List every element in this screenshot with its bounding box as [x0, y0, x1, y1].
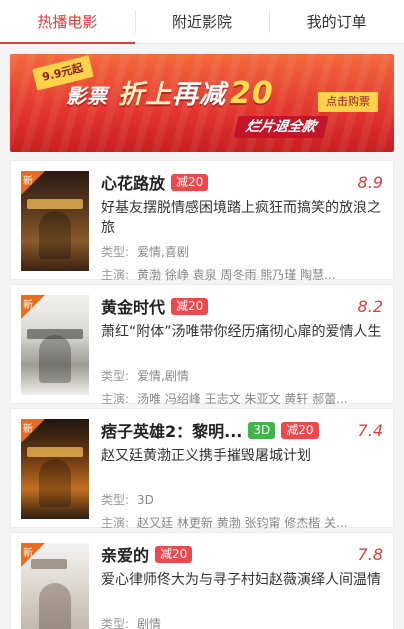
movie-score: 7.8: [357, 545, 383, 564]
cast-label: 主演:: [101, 392, 130, 406]
3d-tag: 3D: [248, 421, 276, 439]
headline-number: 20: [230, 76, 274, 111]
tab-bar: 热播电影 附近影院 我的订单: [0, 0, 404, 44]
genre-label: 类型:: [101, 493, 130, 507]
cast-value: 汤唯 冯绍峰 王志文 朱亚文 黄轩 郝蕾...: [137, 392, 348, 406]
movie-cast: 主演: 赵又廷 林更新 黄渤 张钧甯 修杰楷 关...: [101, 514, 383, 532]
movie-title: 痞子英雄2：黎明...: [101, 422, 243, 441]
movie-description: 爱心律师佟大为与寻子村妇赵薇演绎人间温情: [101, 572, 381, 588]
cast-label: 主演:: [101, 268, 130, 282]
new-badge-label: 新: [23, 424, 33, 435]
movie-card[interactable]: 新 痞子英雄2：黎明... 3D 减20 7.4 赵又廷黄渤正义携手摧毁屠城计划…: [10, 408, 394, 530]
title-row: 黄金时代 减20: [101, 295, 383, 317]
movie-description: 赵又廷黄渤正义携手摧毁屠城计划: [101, 448, 311, 464]
movie-description: 萧红“附体”汤唯带你经历痛彻心扉的爱情人生: [101, 324, 382, 340]
genre-label: 类型:: [101, 617, 130, 629]
movie-card[interactable]: 新 黄金时代 减20 8.2 萧红“附体”汤唯带你经历痛彻心扉的爱情人生 类型:…: [10, 284, 394, 406]
buy-ticket-button[interactable]: 点击购票: [318, 92, 378, 112]
movie-poster: 新: [21, 419, 89, 519]
title-row: 亲爱的 减20: [101, 543, 383, 565]
discount-tag: 减20: [155, 545, 193, 563]
movie-genre: 类型: 爱情,喜剧: [101, 243, 383, 261]
cast-value: 赵又廷 林更新 黄渤 张钧甯 修杰楷 关...: [137, 516, 348, 530]
movie-card[interactable]: 新 心花路放 减20 8.9 好基友摆脱情感困境踏上疯狂而搞笑的放浪之旅 类型:…: [10, 160, 394, 282]
movie-info: 黄金时代 减20 8.2 萧红“附体”汤唯带你经历痛彻心扉的爱情人生 类型: 爱情…: [89, 295, 383, 406]
movie-cast: 主演: 汤唯 冯绍峰 王志文 朱亚文 黄轩 郝蕾...: [101, 390, 383, 408]
poster-title-graphic: [27, 199, 83, 209]
headline-part-3: 再减: [172, 80, 227, 110]
banner-headline: 影票 折上 再减 20: [66, 74, 274, 111]
movie-genre: 类型: 剧情: [101, 615, 383, 629]
genre-value: 剧情: [137, 617, 162, 629]
tab-my-orders[interactable]: 我的订单: [269, 0, 404, 43]
poster-figure-graphic: [39, 459, 71, 507]
title-row: 痞子英雄2：黎明... 3D 减20: [101, 419, 383, 441]
poster-figure-graphic: [39, 211, 71, 259]
tab-nearby-cinemas[interactable]: 附近影院: [134, 0, 270, 43]
cast-value: 黄渤 徐峥 袁泉 周冬雨 熊乃瑾 陶慧...: [137, 268, 336, 282]
genre-value: 爱情,喜剧: [137, 245, 189, 259]
headline-part-1: 影票: [66, 84, 108, 108]
movie-cast: 主演: 黄渤 徐峥 袁泉 周冬雨 熊乃瑾 陶慧...: [101, 266, 383, 284]
headline-part-2: 折上: [118, 80, 173, 110]
movie-poster: 新: [21, 543, 89, 629]
movie-list: 新 心花路放 减20 8.9 好基友摆脱情感困境踏上疯狂而搞笑的放浪之旅 类型:…: [0, 160, 404, 629]
cast-label: 主演:: [101, 516, 130, 530]
genre-value: 爱情,剧情: [137, 369, 189, 383]
movie-info: 痞子英雄2：黎明... 3D 减20 7.4 赵又廷黄渤正义携手摧毁屠城计划 类…: [89, 419, 383, 530]
new-badge-label: 新: [23, 548, 33, 559]
genre-value: 3D: [137, 493, 154, 507]
poster-figure-graphic: [39, 335, 71, 383]
movie-score: 7.4: [357, 421, 383, 440]
promo-banner[interactable]: 9.9元起 影票 折上 再减 20 点击购票 烂片退全款: [10, 54, 394, 152]
movie-genre: 类型: 3D: [101, 491, 383, 509]
poster-figure-graphic: [39, 583, 71, 629]
movie-title: 心花路放: [101, 174, 166, 193]
movie-genre: 类型: 爱情,剧情: [101, 367, 383, 385]
refund-badge: 烂片退全款: [233, 116, 329, 138]
discount-tag: 减20: [171, 297, 209, 315]
genre-label: 类型:: [101, 245, 130, 259]
movie-card[interactable]: 新 亲爱的 减20 7.8 爱心律师佟大为与寻子村妇赵薇演绎人间温情 类型: 剧情: [10, 532, 394, 629]
movie-score: 8.9: [357, 173, 383, 192]
movie-info: 亲爱的 减20 7.8 爱心律师佟大为与寻子村妇赵薇演绎人间温情 类型: 剧情: [89, 543, 383, 629]
banner-container: 9.9元起 影票 折上 再减 20 点击购票 烂片退全款: [0, 44, 404, 160]
movie-title: 黄金时代: [101, 298, 166, 317]
poster-title-graphic: [27, 447, 83, 457]
new-badge-label: 新: [23, 176, 33, 187]
new-badge-label: 新: [23, 300, 33, 311]
title-row: 心花路放 减20: [101, 171, 383, 193]
discount-tag: 减20: [171, 173, 209, 191]
movie-score: 8.2: [357, 297, 383, 316]
movie-poster: 新: [21, 295, 89, 395]
movie-poster: 新: [21, 171, 89, 271]
genre-label: 类型:: [101, 369, 130, 383]
movie-info: 心花路放 减20 8.9 好基友摆脱情感困境踏上疯狂而搞笑的放浪之旅 类型: 爱情…: [89, 171, 383, 282]
movie-description: 好基友摆脱情感困境踏上疯狂而搞笑的放浪之旅: [101, 200, 381, 236]
discount-tag: 减20: [281, 421, 319, 439]
movie-title: 亲爱的: [101, 546, 150, 565]
tab-hot-movies[interactable]: 热播电影: [0, 0, 135, 44]
